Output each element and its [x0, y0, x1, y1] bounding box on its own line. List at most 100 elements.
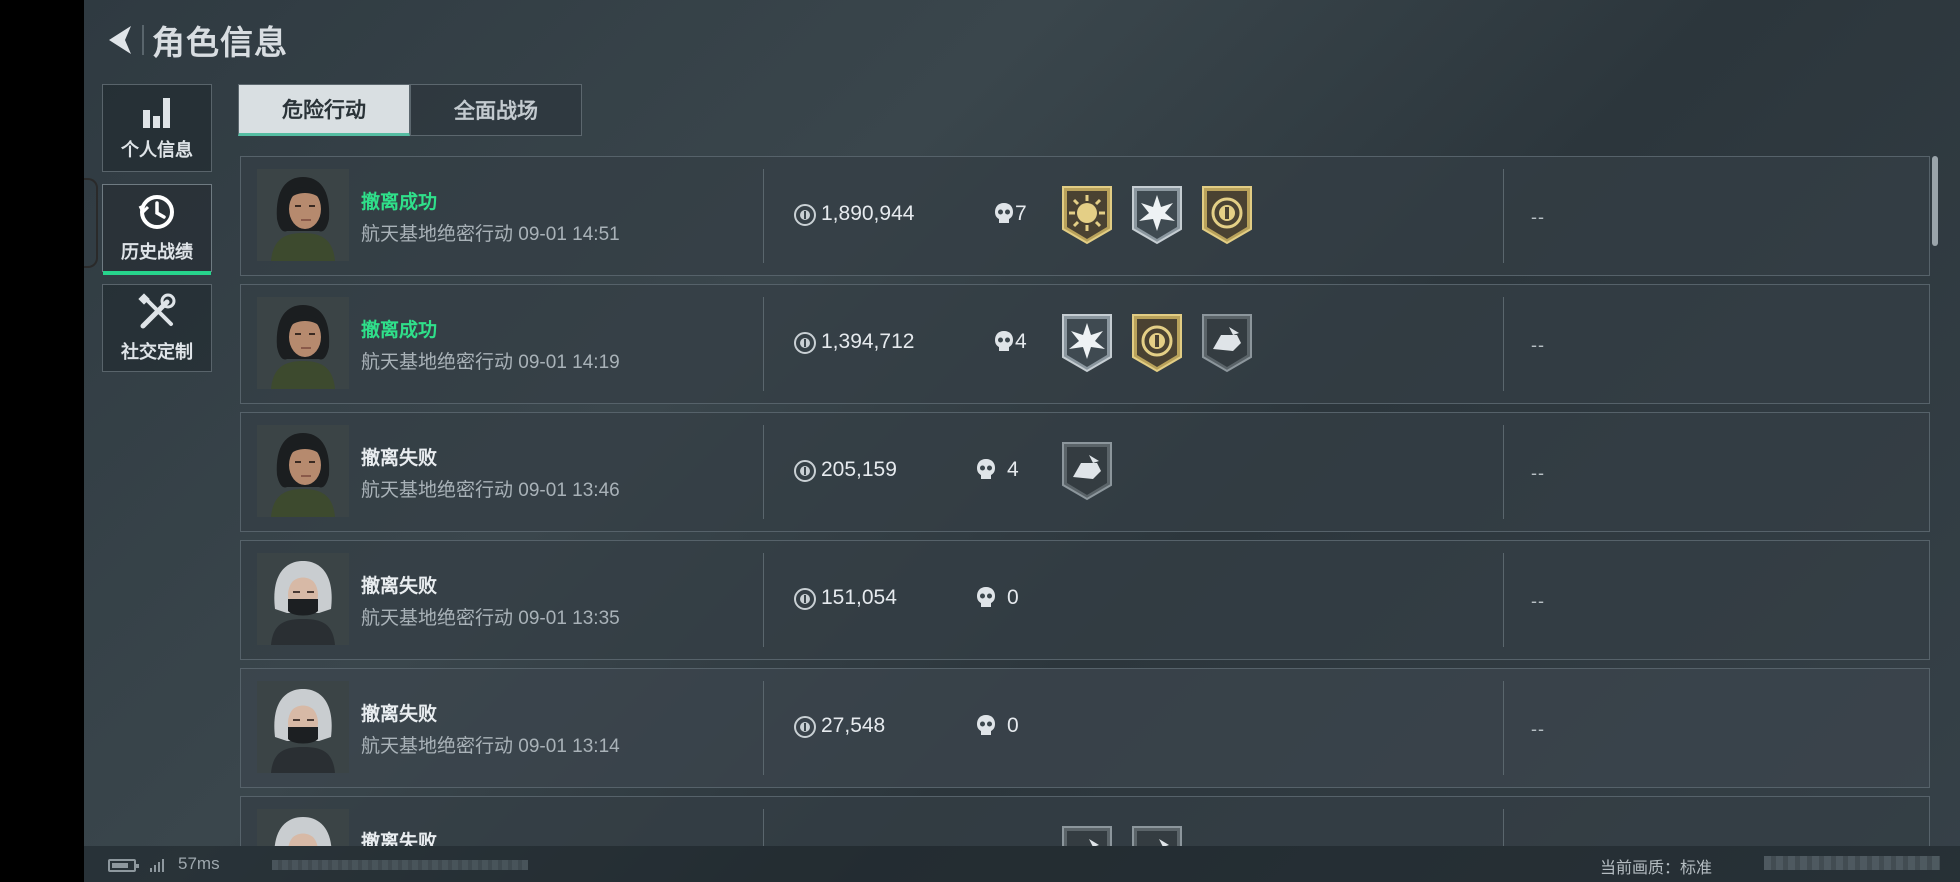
medal-list: [1059, 313, 1255, 378]
signal-icon: [150, 858, 164, 872]
column-divider: [763, 809, 764, 846]
extra-info: --: [1531, 719, 1545, 739]
page-title: 角色信息: [152, 24, 288, 61]
extraction-status: 撤离失败: [361, 576, 438, 597]
coin-icon: [794, 716, 816, 738]
asset-value: 1,890,944: [821, 202, 915, 225]
phone-bezel-notch: [84, 178, 98, 268]
operator-avatar: [257, 169, 349, 261]
status-footer: 57ms 当前画质：标准: [84, 846, 1960, 882]
extraction-status: 撤离成功: [361, 192, 438, 213]
column-divider: [763, 681, 764, 775]
column-divider: [763, 169, 764, 263]
match-time: 09-01 14:19: [518, 352, 620, 373]
ping-value: 57ms: [178, 854, 220, 873]
map-and-time: 航天基地绝密行动 09-01 14:19: [361, 347, 620, 374]
medal-list: [1059, 185, 1255, 250]
gold-sun-medal-icon: [1059, 185, 1115, 250]
dark-fist-medal-icon: [1199, 313, 1255, 378]
column-divider: [763, 553, 764, 647]
skull-icon: [977, 459, 995, 479]
skull-icon: [977, 715, 995, 735]
map-and-time: 航天基地绝密行动 09-01 13:46: [361, 475, 620, 502]
tab-danger-operation[interactable]: 危险行动: [238, 84, 410, 136]
kill-count: 4: [1007, 458, 1019, 481]
extra-info: --: [1531, 591, 1545, 611]
match-record-row[interactable]: 撤离失败: [240, 796, 1930, 846]
tools-icon: [138, 293, 176, 329]
silver-star-medal-icon: [1059, 313, 1115, 378]
asset-value: 151,054: [821, 586, 897, 609]
match-history-list: 撤离成功 航天基地绝密行动 09-01 14:51 1,890,944 7 -- 撤离成功…: [240, 156, 1930, 846]
map-name: 航天基地绝密行动: [361, 224, 514, 245]
sidebar-item-history[interactable]: 历史战绩: [102, 184, 212, 275]
coin-icon: [794, 332, 816, 354]
operator-avatar: [257, 809, 349, 846]
sidebar-item-personal-info[interactable]: 个人信息: [102, 84, 212, 172]
game-screen: 角色信息 个人信息 历史战绩 社交定制 危险行动 全面战场 撤离成功 航天基地绝…: [84, 0, 1960, 882]
match-record-row[interactable]: 撤离失败航天基地绝密行动 09-01 13:14 27,548 0 --: [240, 668, 1930, 788]
column-divider: [1503, 681, 1504, 775]
match-time: 09-01 13:46: [518, 480, 620, 501]
gold-coin-medal-icon: [1129, 313, 1185, 378]
dark-fist-medal-icon: [1059, 441, 1115, 506]
operator-avatar: [257, 297, 349, 389]
history-clock-icon: [138, 195, 174, 229]
header-divider: [142, 25, 144, 55]
dark-fist-medal-icon: [1129, 825, 1185, 846]
skull-icon: [977, 587, 995, 607]
back-arrow-icon: [109, 26, 131, 54]
header: 角色信息: [102, 18, 288, 62]
asset-value: 205,159: [821, 458, 897, 481]
map-name: 航天基地绝密行动: [361, 736, 514, 757]
map-name: 航天基地绝密行动: [361, 608, 514, 629]
extra-info: --: [1531, 335, 1545, 355]
extraction-status: 撤离失败: [361, 448, 438, 469]
column-divider: [1503, 169, 1504, 263]
operator-avatar: [257, 425, 349, 517]
operator-avatar: [257, 681, 349, 773]
match-time: 09-01 13:14: [518, 736, 620, 757]
match-time: 09-01 13:35: [518, 608, 620, 629]
dark-fist-medal-icon: [1059, 825, 1115, 846]
extraction-status: 撤离成功: [361, 320, 438, 341]
skull-icon: [995, 203, 1013, 223]
medal-list: [1059, 441, 1115, 506]
sidebar-item-social[interactable]: 社交定制: [102, 284, 212, 372]
column-divider: [763, 425, 764, 519]
battery-icon: [108, 859, 139, 872]
mode-tabs: 危险行动 全面战场: [238, 84, 582, 136]
sidebar-item-label: 历史战绩: [121, 242, 193, 262]
map-and-time: 航天基地绝密行动 09-01 13:14: [361, 731, 620, 758]
skull-icon: [995, 331, 1013, 351]
kill-count: 4: [1015, 330, 1027, 353]
kill-count: 7: [1015, 202, 1027, 225]
extra-info: --: [1531, 463, 1545, 483]
scrollbar[interactable]: [1932, 156, 1938, 246]
map-name: 航天基地绝密行动: [361, 480, 514, 501]
match-time: 09-01 14:51: [518, 224, 620, 245]
kill-count: 0: [1007, 586, 1019, 609]
match-record-row[interactable]: 撤离成功航天基地绝密行动 09-01 14:51 1,890,944 7 --: [240, 156, 1930, 276]
bar-chart-icon: [143, 98, 170, 128]
column-divider: [1503, 297, 1504, 391]
back-button[interactable]: [102, 18, 138, 62]
sidebar-item-label: 个人信息: [121, 140, 193, 160]
sidebar-item-label: 社交定制: [121, 342, 193, 362]
column-divider: [1503, 809, 1504, 846]
tab-full-battlefield[interactable]: 全面战场: [410, 84, 582, 136]
asset-value: 27,548: [821, 714, 886, 737]
column-divider: [1503, 553, 1504, 647]
match-record-row[interactable]: 撤离成功 航天基地绝密行动 09-01 14:19 1,394,712 4 --: [240, 284, 1930, 404]
blurred-info: [272, 860, 528, 870]
extra-info: --: [1531, 207, 1545, 227]
map-and-time: 航天基地绝密行动 09-01 13:35: [361, 603, 620, 630]
extraction-status: 撤离失败: [361, 704, 438, 725]
coin-icon: [794, 460, 816, 482]
match-record-row[interactable]: 撤离失败航天基地绝密行动 09-01 13:46 205,159 4 --: [240, 412, 1930, 532]
medal-list: [1059, 825, 1185, 846]
silver-star-medal-icon: [1129, 185, 1185, 250]
kill-count: 0: [1007, 714, 1019, 737]
coin-icon: [794, 204, 816, 226]
match-record-row[interactable]: 撤离失败航天基地绝密行动 09-01 13:35 151,054 0 --: [240, 540, 1930, 660]
